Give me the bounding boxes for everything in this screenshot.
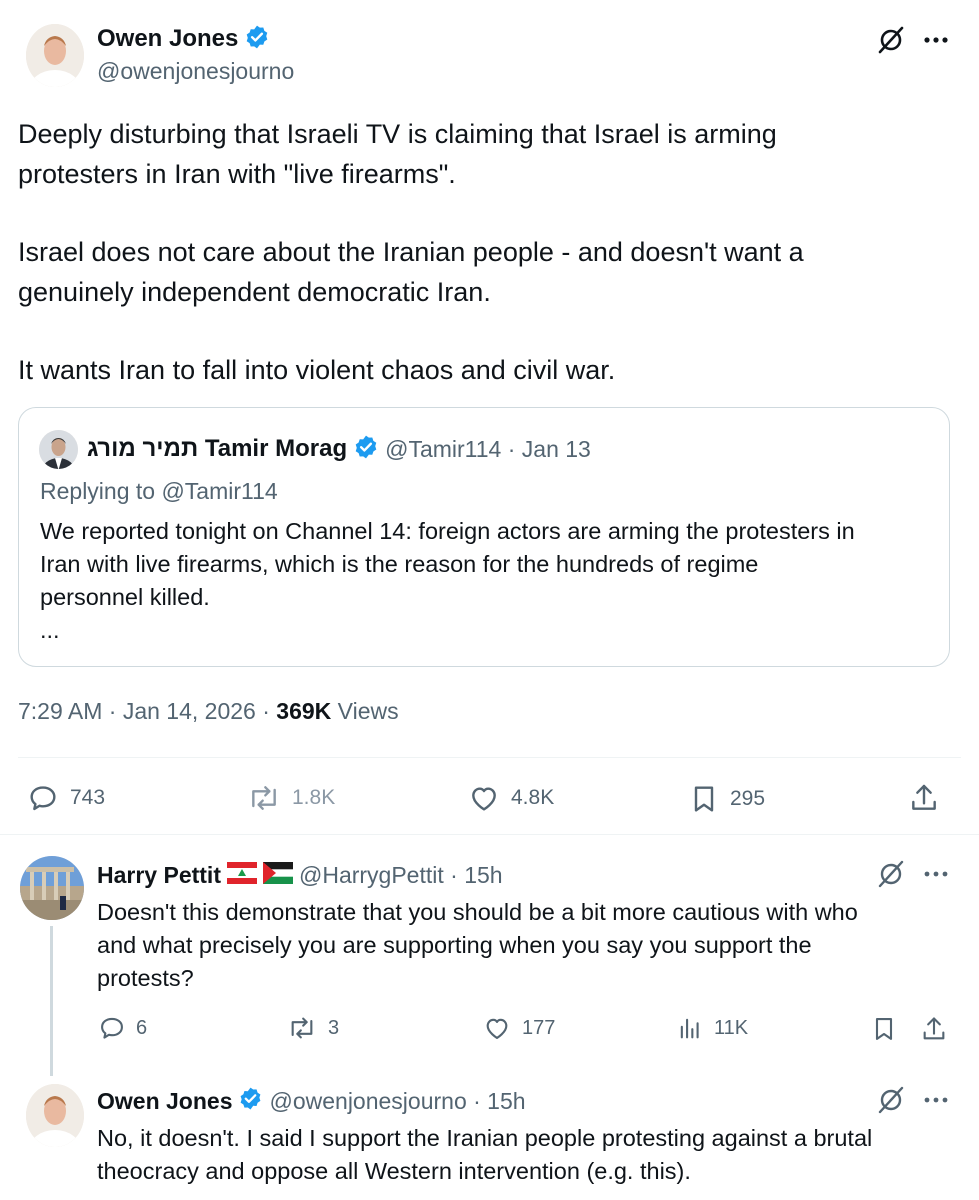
grok-icon[interactable]	[873, 1082, 909, 1118]
repost-count: 1.8K	[292, 786, 336, 809]
reply-text: No, it doesn't. I said I support the Ira…	[97, 1122, 967, 1188]
verified-badge-icon	[353, 434, 379, 465]
author-name[interactable]: Owen Jones	[97, 25, 238, 53]
reply-button[interactable]: 743	[26, 782, 105, 814]
quoted-tweet-card[interactable]: תמיר מורג Tamir Morag @Tamir114 · Jan 13…	[18, 407, 950, 667]
tweet-timestamp[interactable]: 7:29 AM · Jan 14, 2026 · 369K Views	[18, 698, 399, 725]
share-icon	[923, 1017, 945, 1040]
author-avatar[interactable]	[26, 24, 84, 87]
quoted-author-avatar	[39, 430, 78, 469]
like-count: 177	[522, 1016, 556, 1039]
reply-text: Doesn't this demonstrate that you should…	[97, 896, 957, 995]
reply-author-avatar[interactable]	[20, 856, 84, 920]
reply-count: 743	[70, 786, 106, 809]
like-button[interactable]: 177	[482, 1014, 555, 1042]
verified-badge-icon	[244, 24, 270, 55]
bookmark-button[interactable]	[870, 1014, 898, 1044]
bookmark-count: 295	[730, 787, 766, 810]
like-icon	[472, 787, 496, 811]
reply-author-name[interactable]: Harry Pettit	[97, 862, 221, 889]
share-icon	[912, 784, 936, 810]
palestine-flag-icon	[262, 861, 293, 889]
views-button[interactable]: 11K	[676, 1014, 748, 1042]
bookmark-icon	[694, 786, 714, 812]
grok-icon[interactable]	[873, 22, 909, 58]
views-label: Views	[331, 698, 399, 724]
reply-text-line: Doesn't this demonstrate that you should…	[97, 899, 858, 925]
reply-text-line: theocracy and oppose all Western interve…	[97, 1158, 691, 1184]
reply-text-line: protests?	[97, 965, 194, 991]
quoted-handle-time: @Tamir114 · Jan 13	[385, 435, 591, 462]
tweet-text-line: protesters in Iran with "live firearms".	[18, 159, 456, 189]
more-icon[interactable]	[918, 1086, 954, 1114]
repost-button[interactable]: 3	[286, 1014, 339, 1042]
reply-handle-time: @owenjonesjourno · 15h	[269, 1087, 526, 1114]
quoted-replying-to: Replying to @Tamir114	[40, 478, 278, 504]
reply-text-line: No, it doesn't. I said I support the Ira…	[97, 1125, 873, 1151]
reply-author-avatar[interactable]	[26, 1084, 84, 1147]
verified-badge-icon	[238, 1086, 263, 1116]
like-count: 4.8K	[511, 786, 555, 809]
tweet-text-line: Deeply disturbing that Israeli TV is cla…	[18, 119, 777, 149]
quoted-text-line: ...	[40, 617, 60, 643]
repost-icon	[252, 786, 276, 810]
reply-button[interactable]: 6	[98, 1014, 147, 1042]
quoted-author-name: תמיר מורג Tamir Morag	[87, 435, 348, 462]
divider	[18, 757, 961, 758]
author-handle[interactable]: @owenjonesjourno	[97, 58, 294, 85]
like-icon	[486, 1018, 508, 1039]
more-icon[interactable]	[918, 860, 954, 888]
reply-icon	[30, 786, 56, 811]
more-icon[interactable]	[918, 26, 954, 54]
reply-handle-time: @HarrygPettit · 15h	[298, 861, 503, 888]
reply-text-line: and what precisely you are supporting wh…	[97, 932, 812, 958]
quoted-tweet-text: We reported tonight on Channel 14: forei…	[40, 515, 940, 642]
quoted-text-line: Iran with live firearms, which is the re…	[40, 551, 759, 577]
reply-icon	[101, 1017, 123, 1039]
thread-line	[50, 926, 53, 1076]
lebanon-flag-icon	[226, 861, 257, 889]
quoted-text-line: personnel killed.	[40, 584, 210, 610]
divider	[0, 834, 979, 835]
tweet-text-line: genuinely independent democratic Iran.	[18, 277, 491, 307]
quoted-text-line: We reported tonight on Channel 14: forei…	[40, 518, 855, 544]
views-count: 369K	[276, 698, 332, 724]
repost-count: 3	[328, 1016, 340, 1039]
repost-icon	[291, 1017, 313, 1039]
bookmark-icon	[875, 1018, 893, 1040]
like-button[interactable]: 4.8K	[467, 782, 554, 814]
bookmark-button[interactable]: 295	[688, 782, 765, 816]
tweet-text-line: It wants Iran to fall into violent chaos…	[18, 355, 616, 385]
views-count: 11K	[714, 1016, 749, 1039]
views-icon	[680, 1018, 699, 1039]
repost-button[interactable]: 1.8K	[246, 782, 335, 814]
share-button[interactable]	[920, 1014, 948, 1044]
tweet-text: Deeply disturbing that Israeli TV is cla…	[18, 114, 948, 390]
tweet-text-line: Israel does not care about the Iranian p…	[18, 237, 804, 267]
grok-icon[interactable]	[873, 856, 909, 892]
timestamp-text: 7:29 AM · Jan 14, 2026 ·	[18, 698, 277, 724]
reply-author-name[interactable]: Owen Jones	[97, 1088, 232, 1115]
share-button[interactable]	[908, 782, 940, 814]
reply-count: 6	[136, 1016, 148, 1039]
